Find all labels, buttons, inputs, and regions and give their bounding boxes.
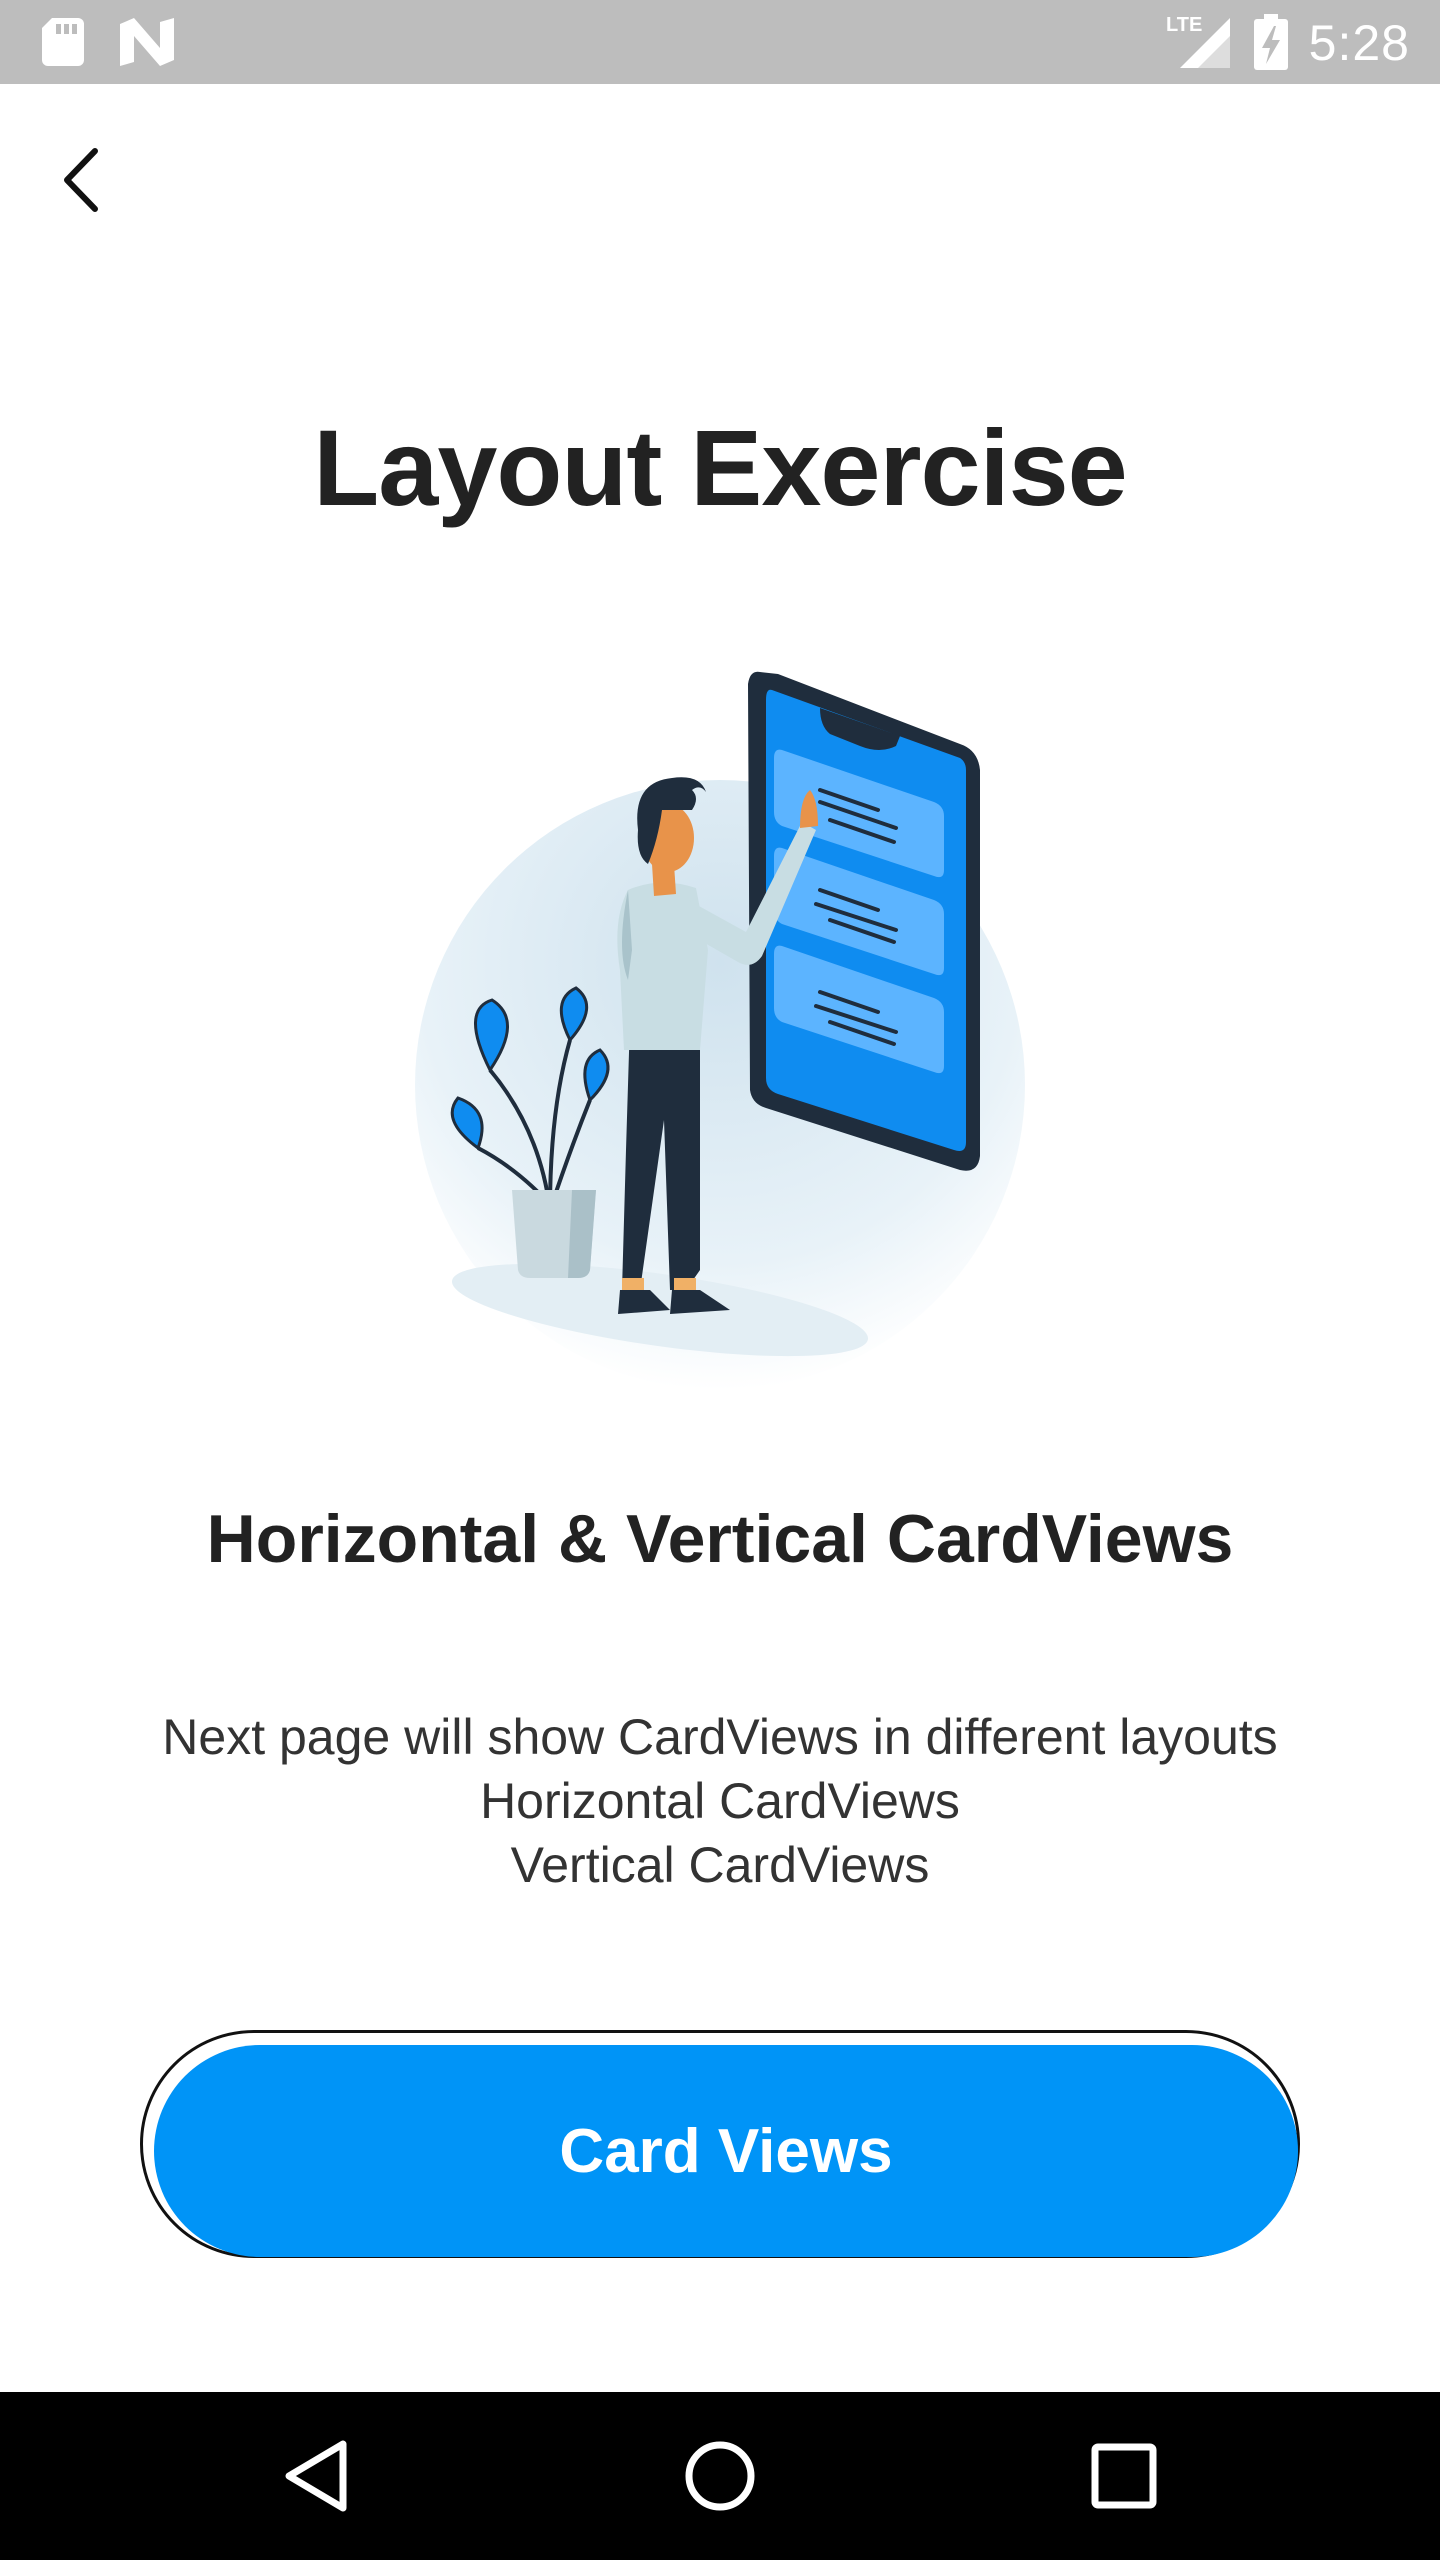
description: Next page will show CardViews in differe… <box>0 1705 1440 1897</box>
page-title: Layout Exercise <box>313 407 1127 528</box>
n-logo-icon <box>120 18 174 71</box>
phone-graphic <box>748 671 980 1171</box>
back-button[interactable] <box>40 130 120 230</box>
hero-illustration <box>400 650 1040 1390</box>
section-heading: Horizontal & Vertical CardViews <box>206 1501 1234 1577</box>
network-label: LTE <box>1166 14 1203 36</box>
nav-back-button[interactable] <box>266 2426 366 2526</box>
status-bar: LTE 5:28 <box>0 0 1440 84</box>
triangle-back-icon <box>285 2440 347 2512</box>
battery-charging-icon <box>1254 14 1288 75</box>
clock: 5:28 <box>1308 15 1410 71</box>
description-line-2: Horizontal CardViews <box>480 1773 960 1829</box>
square-recents-icon <box>1091 2443 1157 2509</box>
description-line-3: Vertical CardViews <box>510 1837 930 1893</box>
chevron-left-icon <box>64 148 98 212</box>
description-line-1: Next page will show CardViews in differe… <box>162 1709 1278 1765</box>
circle-home-icon <box>685 2441 755 2511</box>
screen: LTE 5:28 Layout Exercise Horizontal & Ve… <box>0 0 1440 2560</box>
nav-home-button[interactable] <box>670 2426 770 2526</box>
nav-recents-button[interactable] <box>1074 2426 1174 2526</box>
navigation-bar <box>0 2392 1440 2560</box>
card-views-button[interactable]: Card Views <box>154 2045 1298 2257</box>
sd-card-icon <box>42 18 84 71</box>
